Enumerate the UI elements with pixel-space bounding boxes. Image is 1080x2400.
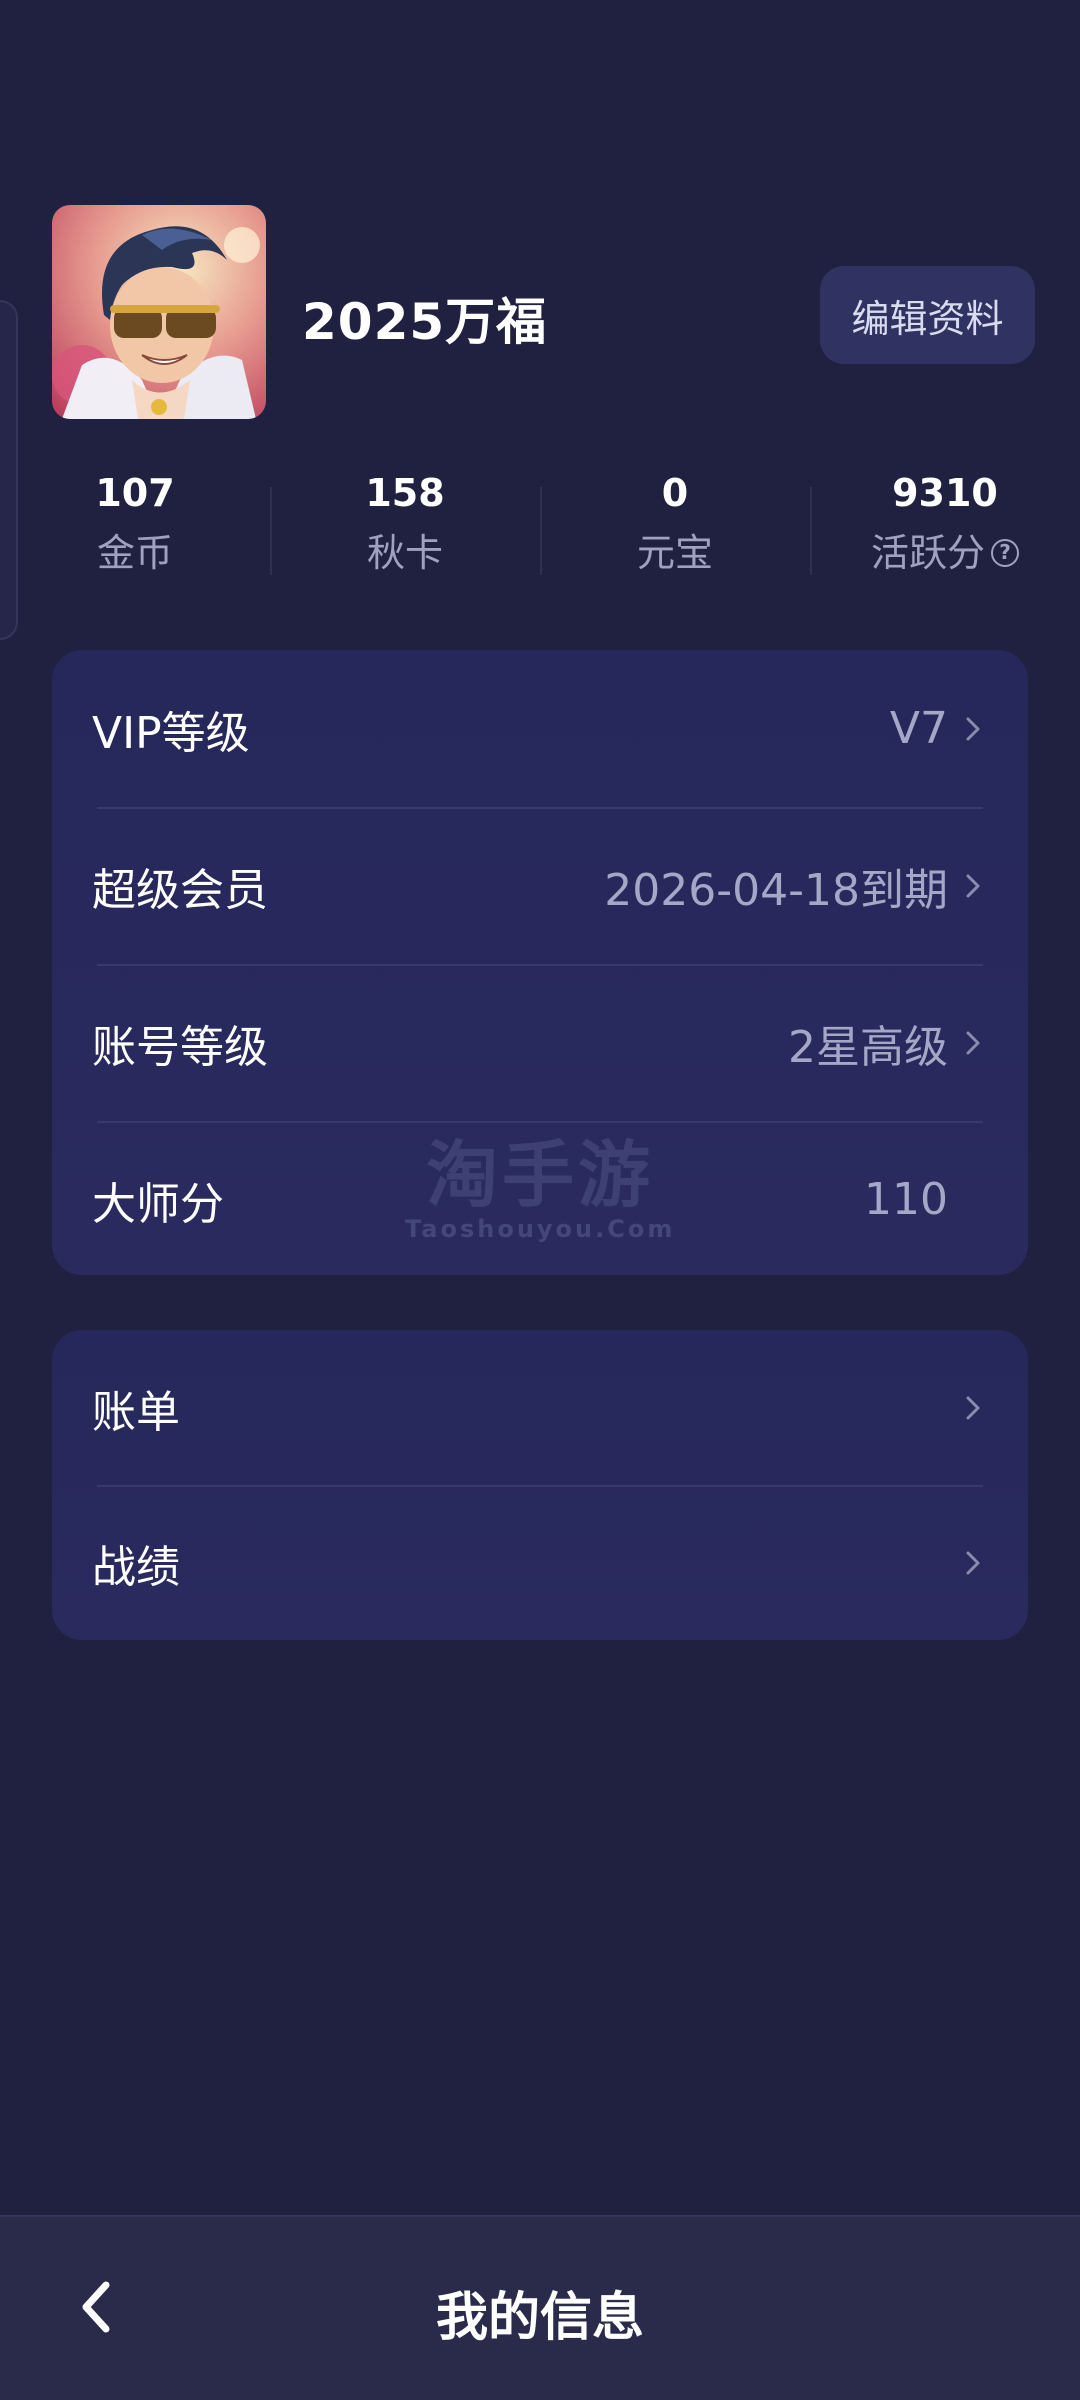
row-label: VIP等级 bbox=[92, 707, 250, 759]
stat-label: 金币 bbox=[0, 525, 270, 581]
edit-profile-button[interactable]: 编辑资料 bbox=[820, 266, 1035, 364]
row-battle-record[interactable]: 战绩 bbox=[52, 1485, 1028, 1640]
row-value: 2026-04-18到期 bbox=[604, 864, 948, 916]
row-master-score: 大师分 110 bbox=[52, 1121, 1028, 1278]
row-label: 账单 bbox=[92, 1386, 180, 1438]
row-label: 大师分 bbox=[92, 1178, 224, 1230]
stat-label-text: 活跃分 bbox=[870, 531, 985, 575]
row-value: 2星高级 bbox=[788, 1021, 948, 1073]
bottom-title-bar: 我的信息 bbox=[0, 2215, 1080, 2400]
stat-value: 0 bbox=[661, 471, 689, 515]
stat-value: 107 bbox=[95, 471, 175, 515]
account-info-card: VIP等级 V7 超级会员 2026-04-18到期 账号等级 2星高级 大师分… bbox=[52, 650, 1028, 1275]
stat-label: 元宝 bbox=[540, 525, 810, 581]
row-label: 战绩 bbox=[92, 1541, 180, 1593]
help-icon[interactable]: ? bbox=[991, 539, 1019, 567]
row-label: 账号等级 bbox=[92, 1021, 268, 1073]
stat-ingot[interactable]: 0 元宝 bbox=[540, 465, 810, 585]
stat-autumn-card[interactable]: 158 秋卡 bbox=[270, 465, 540, 585]
records-card: 账单 战绩 bbox=[52, 1330, 1028, 1640]
row-vip-level[interactable]: VIP等级 V7 bbox=[52, 650, 1028, 807]
stat-value: 9310 bbox=[892, 471, 998, 515]
row-account-level[interactable]: 账号等级 2星高级 bbox=[52, 964, 1028, 1121]
stat-value: 158 bbox=[365, 471, 445, 515]
username: 2025万福 bbox=[302, 293, 548, 351]
stat-label: 秋卡 bbox=[270, 525, 540, 581]
avatar-image bbox=[52, 205, 266, 419]
row-bill[interactable]: 账单 bbox=[52, 1330, 1028, 1485]
stats-row: 107 金币 158 秋卡 0 元宝 9310 活跃分 ? bbox=[0, 465, 1080, 585]
chevron-right-icon bbox=[962, 871, 984, 901]
chevron-right-icon bbox=[962, 1028, 984, 1058]
stat-label-text: 秋卡 bbox=[366, 531, 443, 575]
stat-label-text: 元宝 bbox=[636, 531, 713, 575]
row-super-member[interactable]: 超级会员 2026-04-18到期 bbox=[52, 807, 1028, 964]
page-title: 我的信息 bbox=[435, 2288, 644, 2348]
row-value: 110 bbox=[864, 1174, 948, 1225]
screen: 2025万福 编辑资料 107 金币 158 秋卡 0 元宝 9310 活跃分 … bbox=[0, 0, 1080, 2400]
row-value: V7 bbox=[889, 703, 948, 754]
row-label: 超级会员 bbox=[92, 864, 268, 916]
chevron-right-icon bbox=[962, 714, 984, 744]
stat-coins[interactable]: 107 金币 bbox=[0, 465, 270, 585]
stat-label-text: 金币 bbox=[96, 531, 173, 575]
stat-label: 活跃分 ? bbox=[810, 525, 1080, 581]
avatar[interactable] bbox=[52, 205, 266, 419]
chevron-right-icon bbox=[962, 1548, 984, 1578]
chevron-right-icon bbox=[962, 1393, 984, 1423]
stat-activity-score[interactable]: 9310 活跃分 ? bbox=[810, 465, 1080, 585]
